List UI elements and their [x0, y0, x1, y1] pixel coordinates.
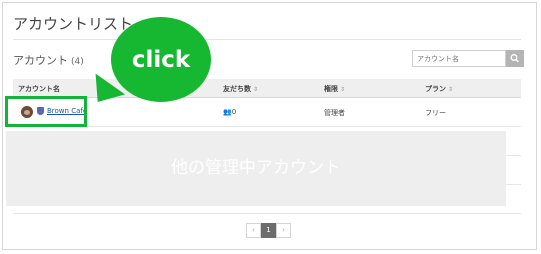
- sort-icon: ⇕: [448, 86, 454, 93]
- column-account-name[interactable]: アカウント名: [18, 84, 60, 94]
- search-button[interactable]: [506, 50, 524, 67]
- page-title: アカウントリスト: [13, 15, 134, 33]
- account-count-number: (4): [71, 57, 84, 67]
- column-friends[interactable]: 友だち数 ⇕: [223, 84, 258, 94]
- table-row: Brown Cafe 👥0 管理者 フリー: [13, 98, 521, 127]
- column-plan[interactable]: プラン ⇕: [425, 84, 453, 94]
- plan-value: フリー: [425, 109, 446, 117]
- sort-icon: ⇕: [253, 86, 259, 93]
- pagination-page-1[interactable]: 1: [261, 223, 276, 238]
- divider: [13, 39, 521, 40]
- callout-text: click: [131, 47, 191, 73]
- friends-count: 👥0: [223, 108, 237, 116]
- column-role[interactable]: 権限 ⇕: [324, 84, 345, 94]
- account-count: アカウント (4): [13, 52, 84, 68]
- account-label: アカウント: [13, 54, 68, 67]
- other-accounts-overlay: 他の管理中アカウント: [6, 131, 506, 206]
- search-icon: [510, 54, 519, 63]
- sort-icon: ⇕: [340, 86, 346, 93]
- users-icon: 👥: [223, 108, 232, 116]
- pagination: ‹ 1 ›: [246, 223, 291, 238]
- pagination-next[interactable]: ›: [276, 223, 291, 238]
- search-input[interactable]: [412, 50, 506, 67]
- search-box: [412, 50, 524, 67]
- role-value: 管理者: [324, 109, 345, 117]
- pagination-prev[interactable]: ‹: [246, 223, 261, 238]
- account-highlight-box: [5, 96, 87, 127]
